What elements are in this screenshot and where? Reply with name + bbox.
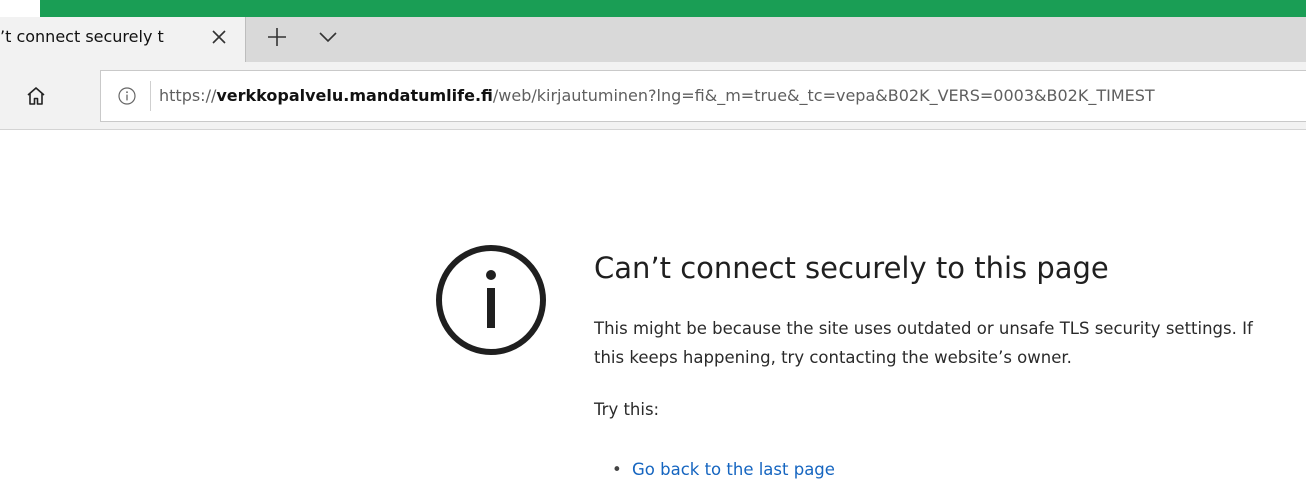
address-divider [150,81,151,111]
home-icon[interactable] [18,78,54,114]
go-back-link[interactable]: Go back to the last page [632,460,835,479]
error-title: Can’t connect securely to this page [594,251,1109,285]
info-icon[interactable] [115,84,139,108]
url-text[interactable]: https://verkkopalvelu.mandatumlife.fi/we… [159,71,1155,121]
close-icon[interactable] [205,22,233,52]
chevron-down-icon[interactable] [313,22,343,52]
address-bar[interactable]: https://verkkopalvelu.mandatumlife.fi/we… [100,70,1306,122]
tab-title[interactable]: ’t connect securely t [0,22,196,52]
info-circle-icon [433,242,549,358]
navigation-bar: https://verkkopalvelu.mandatumlife.fi/we… [0,62,1306,130]
error-description: This might be because the site uses outd… [594,319,1253,367]
url-path: /web/kirjautuminen?lng=fi&_m=true&_tc=ve… [492,86,1155,105]
bullet: • [612,460,622,479]
tab-accent-gap [0,0,40,17]
list-item: • Go back to the last page [594,456,835,484]
try-this-label: Try this: [594,400,660,419]
suggestion-list: • Go back to the last page [594,456,835,484]
plus-icon[interactable] [262,22,292,52]
tab-strip: ’t connect securely t [0,0,1306,62]
url-scheme: https:// [159,86,217,105]
active-tab-accent-bar [40,0,1306,17]
url-host: verkkopalvelu.mandatumlife.fi [216,86,493,105]
